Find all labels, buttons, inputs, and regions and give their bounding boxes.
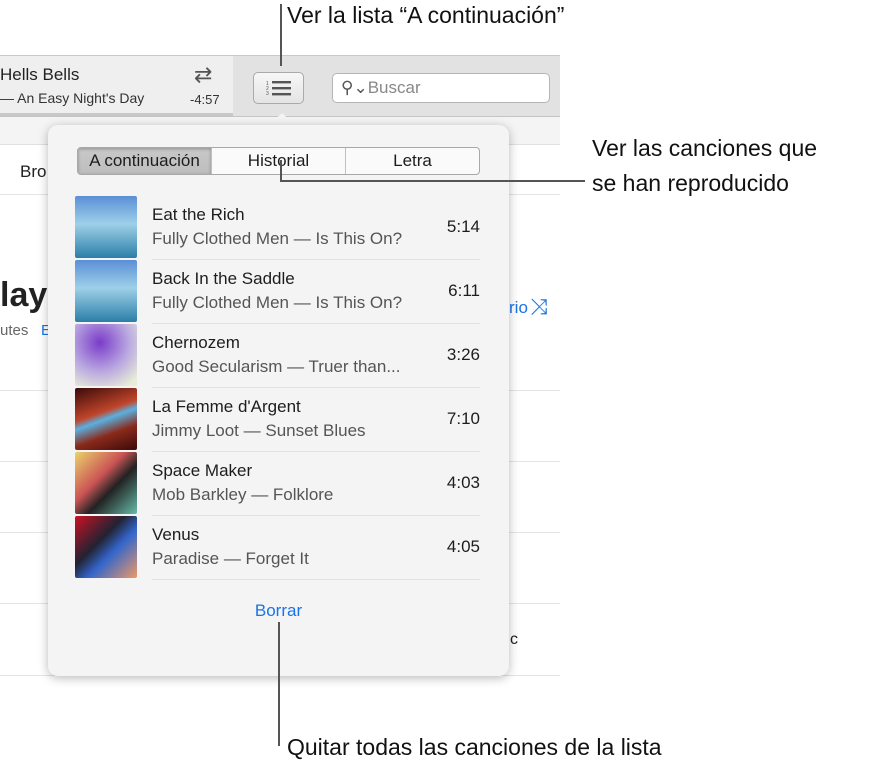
queue-item[interactable]: Venus Paradise — Forget It 4:05 bbox=[75, 516, 480, 580]
row-separator bbox=[152, 579, 480, 580]
song-duration: 4:05 bbox=[446, 537, 480, 556]
song-title: Venus bbox=[152, 525, 200, 544]
clear-button[interactable]: Borrar bbox=[48, 601, 509, 621]
callout-line bbox=[278, 622, 280, 746]
annotation-clear: Quitar todas las canciones de la lista bbox=[287, 734, 662, 760]
song-title: Back In the Saddle bbox=[152, 269, 295, 288]
album-art bbox=[75, 324, 137, 386]
song-subtitle: Fully Clothed Men — Is This On? bbox=[152, 293, 403, 312]
song-subtitle: Fully Clothed Men — Is This On? bbox=[152, 229, 403, 248]
annotation-history-1: Ver las canciones que bbox=[592, 135, 818, 161]
time-remaining: -4:57 bbox=[190, 92, 220, 107]
shuffle-link[interactable]: rio bbox=[509, 298, 528, 318]
song-subtitle: Paradise — Forget It bbox=[152, 549, 309, 568]
search-input[interactable]: ⚲⌄Buscar bbox=[332, 73, 550, 103]
callout-line bbox=[280, 4, 282, 66]
repeat-icon[interactable]: ⇄ bbox=[194, 62, 212, 88]
playlist-meta: utes bbox=[0, 322, 29, 339]
up-next-button[interactable]: 123 bbox=[253, 72, 304, 104]
song-title: Chernozem bbox=[152, 333, 240, 352]
svg-text:3: 3 bbox=[266, 91, 269, 97]
song-title: La Femme d'Argent bbox=[152, 397, 301, 416]
nav-browse[interactable]: Bro bbox=[20, 162, 46, 182]
callout-line bbox=[280, 180, 585, 182]
callout-line bbox=[280, 160, 282, 182]
song-title: Space Maker bbox=[152, 461, 253, 480]
magnifier-dropdown-icon: ⚲⌄ bbox=[341, 78, 368, 97]
annotation-history-2: se han reproducido bbox=[592, 170, 789, 196]
song-duration: 3:26 bbox=[446, 345, 480, 364]
song-subtitle: Jimmy Loot — Sunset Blues bbox=[152, 421, 366, 440]
album-art bbox=[75, 196, 137, 258]
album-art bbox=[75, 260, 137, 322]
song-duration: 6:11 bbox=[448, 281, 480, 300]
queue-item[interactable]: Chernozem Good Secularism — Truer than..… bbox=[75, 324, 480, 388]
song-duration: 7:10 bbox=[446, 409, 480, 428]
now-playing: Hells Bells — An Easy Night's Day ⇄ -4:5… bbox=[0, 56, 233, 116]
search-placeholder: Buscar bbox=[367, 78, 421, 97]
segmented-control: A continuación Historial Letra bbox=[77, 147, 480, 175]
album-art bbox=[75, 452, 137, 514]
tab-up-next[interactable]: A continuación bbox=[78, 148, 212, 174]
song-subtitle: Mob Barkley — Folklore bbox=[152, 485, 334, 504]
song-duration: 5:14 bbox=[446, 217, 480, 236]
queue-item[interactable]: Eat the Rich Fully Clothed Men — Is This… bbox=[75, 196, 480, 260]
queue-item[interactable]: Back In the Saddle Fully Clothed Men — I… bbox=[75, 260, 480, 324]
album-art bbox=[75, 388, 137, 450]
tab-history[interactable]: Historial bbox=[212, 148, 346, 174]
genre-partial: c bbox=[510, 631, 518, 648]
annotation-upnext: Ver la lista “A continuación” bbox=[287, 2, 565, 28]
song-artist: — An Easy Night's Day bbox=[0, 90, 145, 106]
queue-item[interactable]: Space Maker Mob Barkley — Folklore 4:03 bbox=[75, 452, 480, 516]
album-art bbox=[75, 516, 137, 578]
up-next-popover: A continuación Historial Letra Eat the R… bbox=[48, 125, 509, 676]
numbered-list-icon: 123 bbox=[266, 81, 291, 97]
song-title: Eat the Rich bbox=[152, 205, 245, 224]
tab-lyrics[interactable]: Letra bbox=[346, 148, 479, 174]
queue-item[interactable]: La Femme d'Argent Jimmy Loot — Sunset Bl… bbox=[75, 388, 480, 452]
song-subtitle: Good Secularism — Truer than... bbox=[152, 357, 401, 376]
song-duration: 4:03 bbox=[446, 473, 480, 492]
song-title: Hells Bells bbox=[0, 65, 80, 84]
shuffle-icon[interactable]: ⤨ bbox=[530, 294, 548, 320]
